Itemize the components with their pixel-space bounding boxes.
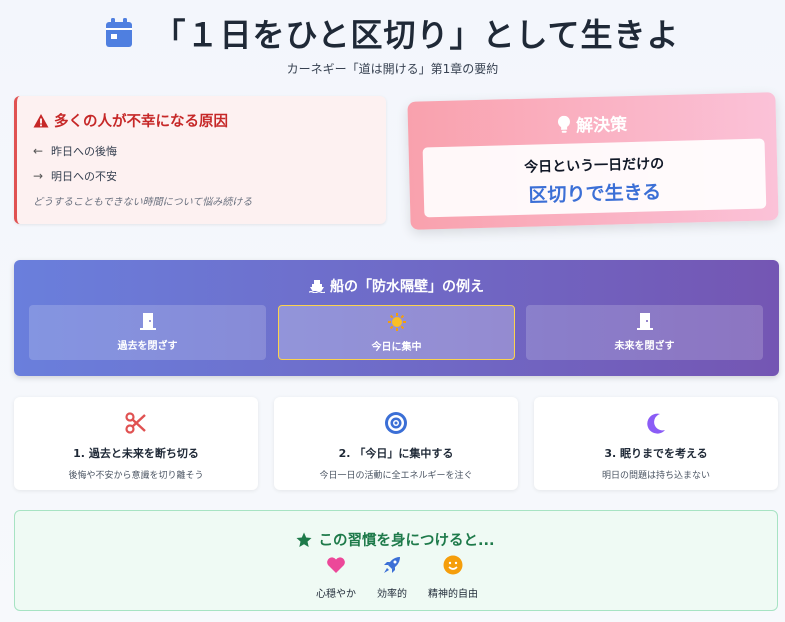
door-icon [636,313,653,330]
cause-heading: 多くの人が不幸になる原因 [33,110,370,131]
lightbulb-icon [557,115,570,133]
bulkhead-future-label: 未来を閉ざす [614,341,675,352]
calendar-icon [106,18,133,47]
page-subtitle: カーネギー「道は開ける」第1章の要約 [286,62,499,76]
bulkhead-today-label: 今日に集中 [371,342,422,353]
bulkhead-panel: 船の「防水隔壁」の例え 過去を閉ざす 今日に集中 未来を閉ざす [14,260,779,376]
bulkhead-title: 船の「防水隔壁」の例え [330,279,484,295]
benefits-title: この習慣を身につけると... [318,533,495,549]
bulkhead-today: 今日に集中 [278,305,515,360]
cause-item-label: 明日への不安 [51,170,117,183]
cause-item-past: ← 昨日への後悔 [33,143,370,159]
bulkhead-past-label: 過去を閉ざす [117,341,178,352]
bulkhead-past: 過去を閉ざす [29,305,266,360]
step-card-3: 3. 眠りまでを考える 明日の問題は持ち込まない [534,397,778,490]
benefits-heading: この習慣を身につけると... [15,529,776,550]
cause-item-future: → 明日への不安 [33,168,370,184]
target-icon [385,412,407,434]
smile-icon [443,555,463,575]
scissors-icon [125,412,146,434]
cause-card: 多くの人が不幸になる原因 ← 昨日への後悔 → 明日への不安 どうすることもでき… [14,96,386,224]
solution-title: 解決策 [575,115,628,137]
bulkhead-heading: 船の「防水隔壁」の例え [14,276,779,296]
arrow-left-icon: ← [33,144,44,158]
sun-icon [387,313,406,331]
arrow-right-icon: → [33,169,44,183]
heart-icon [327,557,345,573]
step-card-2: 2. 「今日」に集中する 今日一日の活動に全エネルギーを注ぐ [274,397,518,490]
bulkhead-future: 未来を閉ざす [526,305,763,360]
cause-note: どうすることもできない時間について悩み続ける [33,197,253,208]
door-icon [139,313,156,330]
solution-heading: 解決策 [408,106,777,141]
warning-icon [33,113,49,127]
step-desc: 後悔や不安から意識を切り離そう [68,471,204,481]
title-row: 「１日をひと区切り」として生きよ [0,10,785,56]
benefits-panel: この習慣を身につけると... 心穏やか 効率的 精神的自由 [14,510,778,611]
cause-item-label: 昨日への後悔 [51,145,117,158]
step-title: 2. 「今日」に集中する [338,447,454,460]
solution-body: 今日という一日だけの 区切りで生きる [422,138,767,218]
ship-icon [309,280,325,293]
cause-title: 多くの人が不幸になる原因 [54,114,228,130]
solution-card: 解決策 今日という一日だけの 区切りで生きる [407,92,779,230]
page-title: 「１日をひと区切り」として生きよ [153,16,680,54]
benefit-item-freedom: 精神的自由 [413,555,493,600]
step-desc: 今日一日の活動に全エネルギーを注ぐ [319,471,473,481]
benefit-label: 精神的自由 [428,589,478,600]
step-title: 3. 眠りまでを考える [604,447,708,460]
moon-icon [647,413,665,434]
solution-line2: 区切りで生きる [528,181,662,207]
step-title: 1. 過去と未来を断ち切る [73,447,199,460]
step-desc: 明日の問題は持ち込まない [601,471,710,481]
star-icon [296,532,312,547]
rocket-icon [384,557,400,573]
step-card-1: 1. 過去と未来を断ち切る 後悔や不安から意識を切り離そう [14,397,258,490]
